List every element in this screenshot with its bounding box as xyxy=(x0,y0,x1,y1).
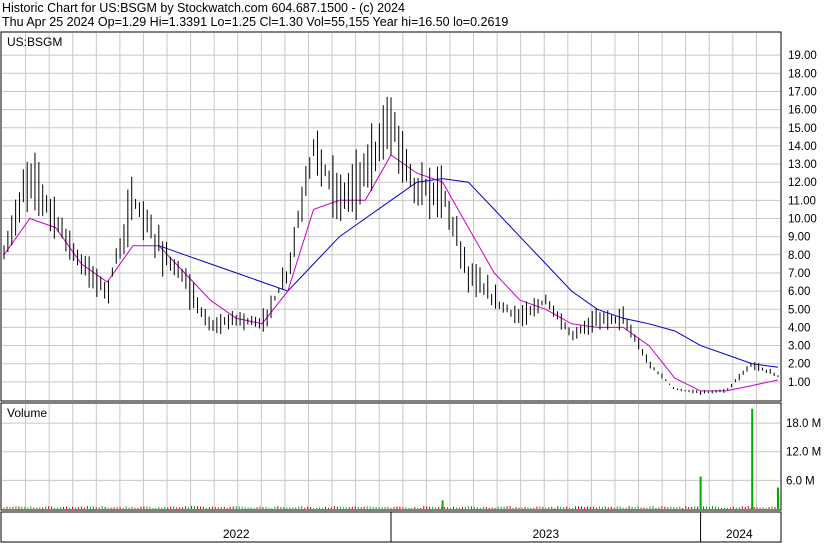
price-tick-label: 16.00 xyxy=(788,105,817,117)
price-tick-label: 10.00 xyxy=(788,214,817,226)
price-tick-label: 13.00 xyxy=(788,159,817,171)
price-tick-label: 3.00 xyxy=(788,341,810,353)
year-label: 2024 xyxy=(726,527,753,541)
volume-tick-label: 12.0 M xyxy=(786,447,821,459)
price-tick-label: 4.00 xyxy=(788,322,810,334)
price-tick-label: 5.00 xyxy=(788,304,810,316)
price-tick-label: 1.00 xyxy=(788,377,810,389)
volume-tick-label: 6.0 M xyxy=(786,475,815,487)
volume-panel-title: Volume xyxy=(7,406,47,420)
price-tick-label: 17.00 xyxy=(788,86,817,98)
price-tick-label: 7.00 xyxy=(788,268,810,280)
volume-axis-labels: 6.0 M 12.0 M 18.0 M xyxy=(786,418,821,487)
year-label: 2023 xyxy=(532,527,559,541)
price-grid xyxy=(2,33,780,400)
price-tick-label: 18.00 xyxy=(788,68,817,80)
price-tick-label: 12.00 xyxy=(788,177,817,189)
volume-tick-label: 18.0 M xyxy=(786,418,821,430)
price-tick-label: 8.00 xyxy=(788,250,810,262)
price-tick-label: 14.00 xyxy=(788,141,817,153)
price-tick-label: 9.00 xyxy=(788,232,810,244)
stock-chart: US:BSGM Volume 1.00 2.00 3.00 4.00 5.00 6.00 7… xyxy=(0,31,821,543)
volume-panel-frame xyxy=(0,402,782,511)
year-axis-labels: 2022 2023 2024 xyxy=(223,512,753,542)
price-tick-label: 19.00 xyxy=(788,50,817,62)
price-tick-label: 2.00 xyxy=(788,359,810,371)
price-tick-label: 11.00 xyxy=(788,195,816,207)
price-axis-labels: 1.00 2.00 3.00 4.00 5.00 6.00 7.00 8.00 9.00 10.0… xyxy=(788,50,817,389)
year-label: 2022 xyxy=(223,527,250,541)
price-tick-label: 15.00 xyxy=(788,123,817,135)
volume-grid xyxy=(2,404,780,509)
price-panel-title: US:BSGM xyxy=(7,35,62,49)
price-tick-label: 6.00 xyxy=(788,286,810,298)
